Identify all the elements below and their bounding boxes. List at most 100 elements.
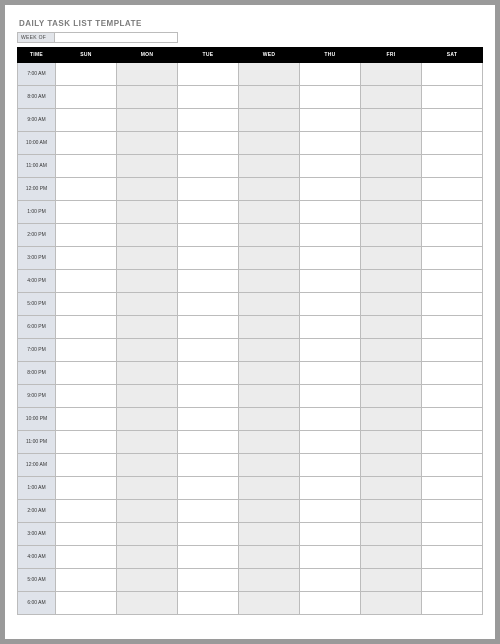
task-cell-tue[interactable] [178, 178, 239, 201]
task-cell-mon[interactable] [117, 86, 178, 109]
task-cell-mon[interactable] [117, 201, 178, 224]
task-cell-wed[interactable] [239, 316, 300, 339]
task-cell-wed[interactable] [239, 408, 300, 431]
task-cell-thu[interactable] [300, 109, 361, 132]
task-cell-thu[interactable] [300, 178, 361, 201]
task-cell-fri[interactable] [361, 523, 422, 546]
task-cell-thu[interactable] [300, 362, 361, 385]
task-cell-fri[interactable] [361, 477, 422, 500]
task-cell-wed[interactable] [239, 523, 300, 546]
task-cell-tue[interactable] [178, 201, 239, 224]
task-cell-tue[interactable] [178, 431, 239, 454]
task-cell-mon[interactable] [117, 109, 178, 132]
task-cell-tue[interactable] [178, 155, 239, 178]
task-cell-sun[interactable] [56, 500, 117, 523]
task-cell-thu[interactable] [300, 224, 361, 247]
task-cell-sun[interactable] [56, 454, 117, 477]
task-cell-tue[interactable] [178, 132, 239, 155]
task-cell-sat[interactable] [422, 523, 483, 546]
task-cell-fri[interactable] [361, 454, 422, 477]
task-cell-sat[interactable] [422, 362, 483, 385]
task-cell-fri[interactable] [361, 431, 422, 454]
task-cell-wed[interactable] [239, 592, 300, 615]
task-cell-sat[interactable] [422, 178, 483, 201]
task-cell-fri[interactable] [361, 86, 422, 109]
task-cell-mon[interactable] [117, 592, 178, 615]
task-cell-tue[interactable] [178, 477, 239, 500]
task-cell-wed[interactable] [239, 270, 300, 293]
task-cell-wed[interactable] [239, 500, 300, 523]
task-cell-wed[interactable] [239, 155, 300, 178]
task-cell-sun[interactable] [56, 569, 117, 592]
task-cell-sun[interactable] [56, 546, 117, 569]
task-cell-sun[interactable] [56, 385, 117, 408]
task-cell-wed[interactable] [239, 132, 300, 155]
task-cell-mon[interactable] [117, 247, 178, 270]
task-cell-sat[interactable] [422, 408, 483, 431]
task-cell-wed[interactable] [239, 362, 300, 385]
task-cell-fri[interactable] [361, 293, 422, 316]
task-cell-mon[interactable] [117, 63, 178, 86]
task-cell-wed[interactable] [239, 431, 300, 454]
task-cell-wed[interactable] [239, 247, 300, 270]
task-cell-sun[interactable] [56, 63, 117, 86]
task-cell-sat[interactable] [422, 500, 483, 523]
task-cell-mon[interactable] [117, 178, 178, 201]
task-cell-sat[interactable] [422, 224, 483, 247]
task-cell-fri[interactable] [361, 178, 422, 201]
task-cell-thu[interactable] [300, 63, 361, 86]
task-cell-sun[interactable] [56, 86, 117, 109]
task-cell-tue[interactable] [178, 293, 239, 316]
task-cell-sun[interactable] [56, 132, 117, 155]
task-cell-sun[interactable] [56, 408, 117, 431]
task-cell-tue[interactable] [178, 224, 239, 247]
task-cell-wed[interactable] [239, 86, 300, 109]
task-cell-fri[interactable] [361, 569, 422, 592]
task-cell-sat[interactable] [422, 546, 483, 569]
task-cell-tue[interactable] [178, 592, 239, 615]
task-cell-wed[interactable] [239, 201, 300, 224]
task-cell-sun[interactable] [56, 477, 117, 500]
task-cell-fri[interactable] [361, 408, 422, 431]
task-cell-mon[interactable] [117, 316, 178, 339]
task-cell-fri[interactable] [361, 316, 422, 339]
task-cell-fri[interactable] [361, 224, 422, 247]
task-cell-thu[interactable] [300, 385, 361, 408]
task-cell-tue[interactable] [178, 408, 239, 431]
task-cell-fri[interactable] [361, 109, 422, 132]
task-cell-tue[interactable] [178, 339, 239, 362]
task-cell-fri[interactable] [361, 270, 422, 293]
task-cell-tue[interactable] [178, 247, 239, 270]
task-cell-fri[interactable] [361, 546, 422, 569]
task-cell-tue[interactable] [178, 316, 239, 339]
task-cell-wed[interactable] [239, 293, 300, 316]
task-cell-sat[interactable] [422, 431, 483, 454]
task-cell-tue[interactable] [178, 109, 239, 132]
task-cell-sat[interactable] [422, 155, 483, 178]
task-cell-thu[interactable] [300, 270, 361, 293]
task-cell-fri[interactable] [361, 385, 422, 408]
task-cell-sun[interactable] [56, 109, 117, 132]
task-cell-sat[interactable] [422, 247, 483, 270]
task-cell-thu[interactable] [300, 500, 361, 523]
task-cell-thu[interactable] [300, 293, 361, 316]
task-cell-sun[interactable] [56, 431, 117, 454]
task-cell-mon[interactable] [117, 362, 178, 385]
task-cell-fri[interactable] [361, 201, 422, 224]
task-cell-tue[interactable] [178, 500, 239, 523]
task-cell-sun[interactable] [56, 224, 117, 247]
task-cell-sun[interactable] [56, 592, 117, 615]
task-cell-tue[interactable] [178, 546, 239, 569]
task-cell-mon[interactable] [117, 500, 178, 523]
task-cell-thu[interactable] [300, 155, 361, 178]
task-cell-tue[interactable] [178, 362, 239, 385]
task-cell-fri[interactable] [361, 339, 422, 362]
task-cell-mon[interactable] [117, 408, 178, 431]
task-cell-sat[interactable] [422, 132, 483, 155]
task-cell-wed[interactable] [239, 224, 300, 247]
task-cell-sat[interactable] [422, 109, 483, 132]
task-cell-mon[interactable] [117, 454, 178, 477]
task-cell-tue[interactable] [178, 454, 239, 477]
task-cell-thu[interactable] [300, 523, 361, 546]
week-of-input[interactable] [55, 32, 178, 43]
